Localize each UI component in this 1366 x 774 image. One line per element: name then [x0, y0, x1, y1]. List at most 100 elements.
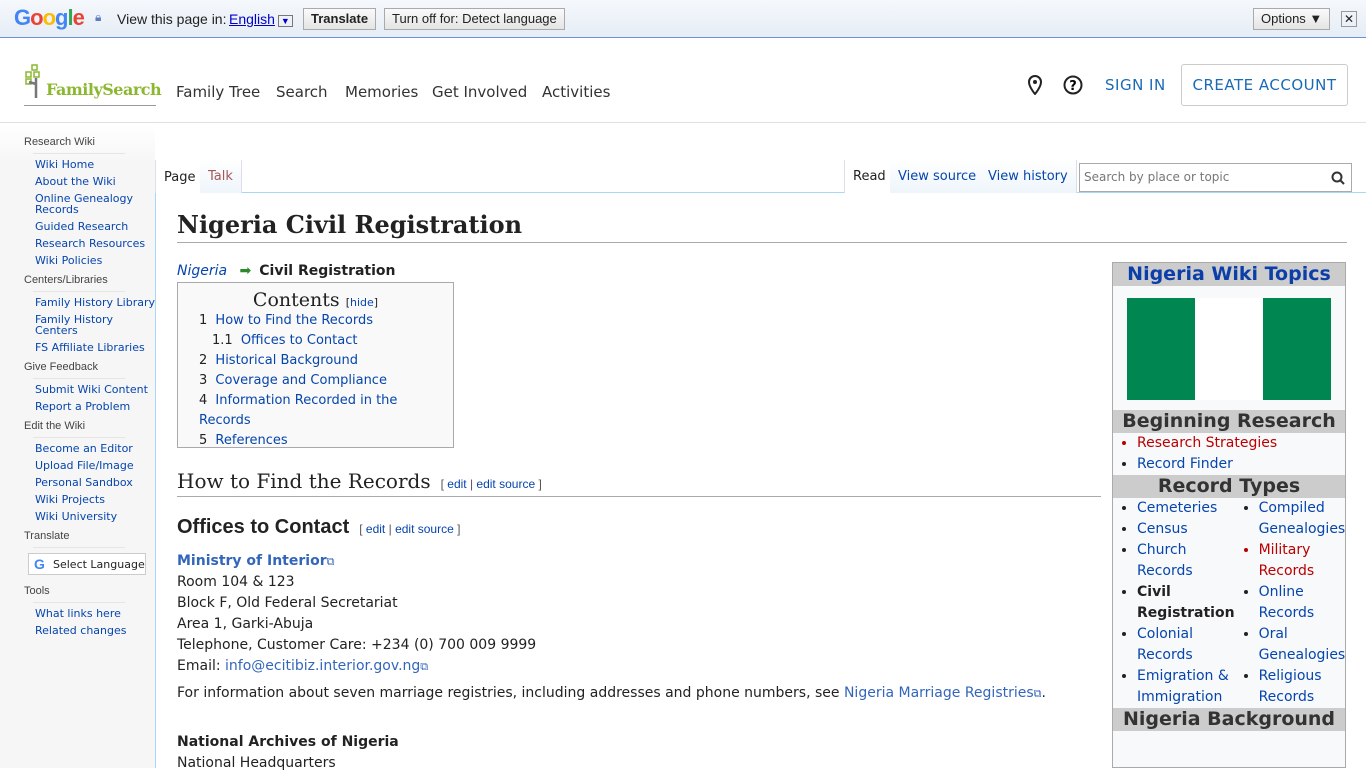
- turn-off-button[interactable]: Turn off for: Detect language: [384, 8, 565, 30]
- sidebar-heading: Edit the Wiki: [24, 420, 86, 432]
- google-logo: Google: [14, 5, 85, 30]
- arrow-right-icon: ➡: [239, 263, 252, 279]
- nav-search[interactable]: Search: [276, 83, 328, 101]
- beginning-research-heading: Beginning Research: [1113, 410, 1345, 433]
- location-pin-icon[interactable]: [1025, 75, 1045, 95]
- nigeria-flag: [1127, 298, 1331, 400]
- record-type-link[interactable]: Oral Genealogies: [1259, 626, 1346, 663]
- record-type-link[interactable]: Colonial Records: [1137, 626, 1193, 663]
- edit-link[interactable]: edit: [447, 477, 466, 491]
- record-type-link[interactable]: Military Records: [1259, 540, 1346, 582]
- nigeria-background-heading: Nigeria Background: [1113, 708, 1345, 731]
- sidebar-item-wiki-home[interactable]: Wiki Home: [35, 159, 155, 170]
- sidebar-item-sandbox[interactable]: Personal Sandbox: [35, 477, 155, 488]
- infobox: Nigeria Wiki Topics Beginning Research R…: [1112, 262, 1346, 768]
- infobox-title[interactable]: Nigeria Wiki Topics: [1127, 263, 1331, 285]
- research-strategies-link[interactable]: Research Strategies: [1137, 433, 1345, 454]
- translate-bar: Google 🔒︎ View this page in: English ▼ Tr…: [0, 0, 1366, 38]
- edit-source-link[interactable]: edit source: [395, 522, 454, 536]
- table-of-contents: Contents [hide] 1 How to Find the Record…: [177, 282, 454, 448]
- section-heading: How to Find the Records[ edit | edit sou…: [177, 469, 1101, 497]
- office-details: Ministry of Interior⧉ Room 104 & 123 Bloc…: [177, 553, 1046, 771]
- tab-page[interactable]: Page: [155, 160, 205, 193]
- tab-talk[interactable]: Talk: [200, 160, 242, 193]
- article-content: Nigeria Civil Registration Nigeria ➡ Civi…: [155, 193, 1366, 771]
- toc-item[interactable]: 1.1 Offices to Contact: [212, 331, 445, 351]
- toc-hide-link[interactable]: hide: [350, 296, 374, 309]
- sidebar-item-fhl[interactable]: Family History Library: [35, 297, 155, 308]
- sidebar-item-what-links[interactable]: What links here: [35, 608, 155, 619]
- sidebar-item-research-resources[interactable]: Research Resources: [35, 238, 155, 249]
- close-icon[interactable]: ✕: [1341, 11, 1358, 27]
- toc-item[interactable]: 2 Historical Background: [199, 351, 445, 371]
- toc-item[interactable]: 4 Information Recorded in the Records: [199, 391, 445, 431]
- sidebar-item-related[interactable]: Related changes: [35, 625, 155, 636]
- sidebar-item-upload[interactable]: Upload File/Image: [35, 460, 155, 471]
- nav-activities[interactable]: Activities: [542, 83, 610, 101]
- sidebar-item-fhc[interactable]: Family History Centers: [35, 314, 155, 336]
- sidebar-heading: Tools: [24, 585, 50, 597]
- google-g-icon: G: [34, 556, 45, 572]
- external-link-icon: ⧉: [420, 660, 429, 673]
- sign-in-link[interactable]: SIGN IN: [1105, 76, 1166, 94]
- email-link[interactable]: info@ecitibiz.interior.gov.ng: [225, 658, 420, 674]
- language-select[interactable]: English ▼: [229, 11, 293, 27]
- tab-view-source[interactable]: View source: [890, 160, 986, 193]
- record-type-link[interactable]: Compiled Genealogies: [1259, 500, 1346, 537]
- sidebar-item-affiliate[interactable]: FS Affiliate Libraries: [35, 342, 155, 353]
- nav-family-tree[interactable]: Family Tree: [176, 83, 260, 101]
- translate-button[interactable]: Translate: [303, 8, 377, 30]
- translate-prompt: View this page in:: [117, 11, 227, 27]
- toc-item[interactable]: 5 References: [199, 431, 445, 451]
- nav-memories[interactable]: Memories: [345, 83, 418, 101]
- external-link-icon: ⧉: [1033, 687, 1042, 700]
- ministry-link[interactable]: Ministry of Interior: [177, 553, 327, 569]
- sidebar-heading: Give Feedback: [24, 361, 98, 373]
- sidebar-item-projects[interactable]: Wiki Projects: [35, 494, 155, 505]
- sidebar-item-online-records[interactable]: Online Genealogy Records: [35, 193, 155, 215]
- page-title: Nigeria Civil Registration: [177, 210, 1347, 243]
- record-type-link[interactable]: Online Records: [1259, 584, 1315, 621]
- record-type-current: Civil Registration: [1137, 584, 1235, 621]
- sidebar-item-university[interactable]: Wiki University: [35, 511, 155, 522]
- options-button[interactable]: Options ▼: [1253, 8, 1331, 30]
- subsection-heading: Offices to Contact[ edit | edit source ]: [177, 516, 461, 538]
- dropdown-icon: ▼: [277, 15, 293, 27]
- toc-item[interactable]: 1 How to Find the Records: [199, 311, 445, 331]
- sidebar-item-about[interactable]: About the Wiki: [35, 176, 155, 187]
- create-account-button[interactable]: CREATE ACCOUNT: [1181, 64, 1348, 106]
- marriage-registries-link[interactable]: Nigeria Marriage Registries: [844, 685, 1034, 701]
- record-type-link[interactable]: Census: [1137, 521, 1188, 537]
- external-link-icon: ⧉: [326, 555, 335, 568]
- site-header: FamilySearch Family Tree Search Memories…: [0, 40, 1366, 123]
- sidebar-heading: Translate: [24, 530, 70, 542]
- record-type-link[interactable]: Religious Records: [1259, 668, 1322, 705]
- record-type-link[interactable]: Emigration & Immigration: [1137, 668, 1229, 705]
- sidebar-item-report[interactable]: Report a Problem: [35, 401, 155, 412]
- record-type-link[interactable]: Church Records: [1137, 542, 1193, 579]
- breadcrumb-nigeria[interactable]: Nigeria: [177, 263, 227, 279]
- select-language-dropdown[interactable]: G Select Language: [28, 553, 146, 575]
- tab-read[interactable]: Read: [844, 160, 895, 193]
- sidebar-heading: Centers/Libraries: [24, 274, 108, 286]
- edit-link[interactable]: edit: [366, 522, 385, 536]
- toc-item[interactable]: 3 Coverage and Compliance: [199, 371, 445, 391]
- sidebar-item-guided-research[interactable]: Guided Research: [35, 221, 155, 232]
- help-icon[interactable]: ?: [1063, 75, 1083, 95]
- sidebar-heading: Research Wiki: [24, 136, 95, 148]
- sidebar-item-become-editor[interactable]: Become an Editor: [35, 443, 155, 454]
- record-finder-link[interactable]: Record Finder: [1137, 456, 1233, 472]
- search-input[interactable]: Search by place or topic: [1079, 163, 1352, 192]
- familysearch-logo[interactable]: FamilySearch: [24, 64, 162, 106]
- sidebar: Research Wiki Wiki Home About the Wiki Onl…: [0, 124, 155, 768]
- edit-source-link[interactable]: edit source: [476, 477, 535, 491]
- nav-get-involved[interactable]: Get Involved: [432, 83, 527, 101]
- search-icon[interactable]: [1331, 171, 1345, 185]
- sidebar-item-submit[interactable]: Submit Wiki Content: [35, 384, 155, 395]
- record-types-heading: Record Types: [1113, 475, 1345, 498]
- tree-icon: [25, 64, 40, 98]
- record-type-link[interactable]: Cemeteries: [1137, 500, 1217, 516]
- sidebar-item-wiki-policies[interactable]: Wiki Policies: [35, 255, 155, 266]
- tab-view-history[interactable]: View history: [980, 160, 1077, 193]
- svg-text:?: ?: [1069, 79, 1077, 94]
